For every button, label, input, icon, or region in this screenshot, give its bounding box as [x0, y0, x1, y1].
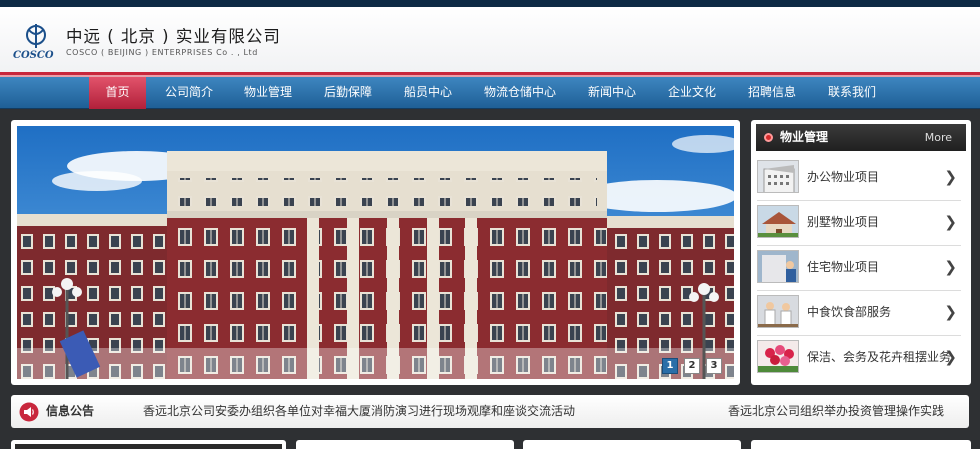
sidebar-item-label: 住宅物业项目	[807, 260, 880, 274]
nav-item-home[interactable]: 首页	[89, 77, 146, 109]
nav-item-warehousing[interactable]: 物流仓储中心	[478, 77, 562, 109]
property-sidebar: 物业管理 More 办公物业项目 ❯ 别墅物业项目 ❯ 住宅物业项目 ❯ 中食饮…	[751, 120, 971, 385]
slider-pagination: 1 2 3	[662, 358, 722, 374]
sidebar-header: 物业管理 More	[756, 124, 966, 151]
bottom-panel-3	[523, 440, 741, 449]
site-header: COSCO 中远 ( 北京 ) 实业有限公司 COSCO ( BEIJING )…	[0, 7, 980, 73]
notice-bar: 信息公告 香远北京公司安委办组织各单位对幸福大厦消防演习进行现场观摩和座谈交流活…	[11, 395, 969, 428]
dining-thumb-icon	[757, 295, 799, 328]
chevron-right-icon: ❯	[944, 168, 957, 186]
top-strip	[0, 0, 980, 7]
nav-item-about[interactable]: 公司简介	[160, 77, 218, 109]
sidebar-item-villa[interactable]: 别墅物业项目 ❯	[757, 201, 961, 246]
bullet-icon	[764, 133, 773, 142]
residential-thumb-icon	[757, 250, 799, 283]
chevron-right-icon: ❯	[944, 303, 957, 321]
slider-dot-1[interactable]: 1	[662, 358, 678, 374]
banner-photo[interactable]	[17, 126, 734, 379]
sidebar-item-cleaning[interactable]: 保洁、会务及花卉租摆业务 ❯	[757, 336, 961, 381]
slider-dot-2[interactable]: 2	[684, 358, 700, 374]
company-name-cn: 中远 ( 北京 ) 实业有限公司	[66, 27, 281, 46]
notice-title: 信息公告	[46, 404, 95, 418]
slider-dot-3[interactable]: 3	[706, 358, 722, 374]
nav-item-culture[interactable]: 企业文化	[662, 77, 722, 109]
cosco-logo-icon[interactable]: COSCO	[12, 22, 60, 62]
nav-item-crew-center[interactable]: 船员中心	[398, 77, 458, 109]
sidebar-title: 物业管理	[780, 130, 829, 144]
bottom-panel-1	[11, 440, 286, 449]
nav-item-property[interactable]: 物业管理	[238, 77, 298, 109]
nav-item-contact[interactable]: 联系我们	[822, 77, 882, 109]
more-link[interactable]: More	[925, 124, 952, 151]
sidebar-item-residential[interactable]: 住宅物业项目 ❯	[757, 246, 961, 291]
building-photo-image	[17, 126, 734, 379]
nav-item-logistics-support[interactable]: 后勤保障	[318, 77, 378, 109]
sidebar-item-label: 办公物业项目	[807, 170, 880, 184]
main-nav: 首页 公司简介 物业管理 后勤保障 船员中心 物流仓储中心 新闻中心 企业文化 …	[0, 77, 980, 109]
sidebar-item-label: 保洁、会务及花卉租摆业务	[807, 350, 952, 364]
banner-slider[interactable]: 1 2 3	[11, 120, 740, 385]
chevron-right-icon: ❯	[944, 213, 957, 231]
chevron-right-icon: ❯	[944, 258, 957, 276]
bottom-panel-2	[296, 440, 514, 449]
logo-wordmark: COSCO	[13, 50, 54, 61]
company-name-en: COSCO ( BEIJING ) ENTERPRISES Co . , Ltd	[66, 48, 258, 57]
sidebar-item-office[interactable]: 办公物业项目 ❯	[757, 156, 961, 201]
nav-item-news[interactable]: 新闻中心	[582, 77, 642, 109]
nav-item-jobs[interactable]: 招聘信息	[742, 77, 802, 109]
villa-thumb-icon	[757, 205, 799, 238]
speaker-icon	[19, 402, 39, 422]
sidebar-item-label: 中食饮食部服务	[807, 305, 892, 319]
chevron-right-icon: ❯	[944, 348, 957, 366]
sidebar-item-dining[interactable]: 中食饮食部服务 ❯	[757, 291, 961, 336]
notice-item-link[interactable]: 香远北京公司安委办组织各单位对幸福大厦消防演习进行现场观摩和座谈交流活动	[143, 395, 575, 428]
flowers-thumb-icon	[757, 340, 799, 373]
office-building-thumb-icon	[757, 160, 799, 193]
sidebar-item-label: 别墅物业项目	[807, 215, 880, 229]
bottom-panel-4	[751, 440, 971, 449]
notice-item-link[interactable]: 香远北京公司组织举办投资管理操作实践	[728, 395, 944, 428]
